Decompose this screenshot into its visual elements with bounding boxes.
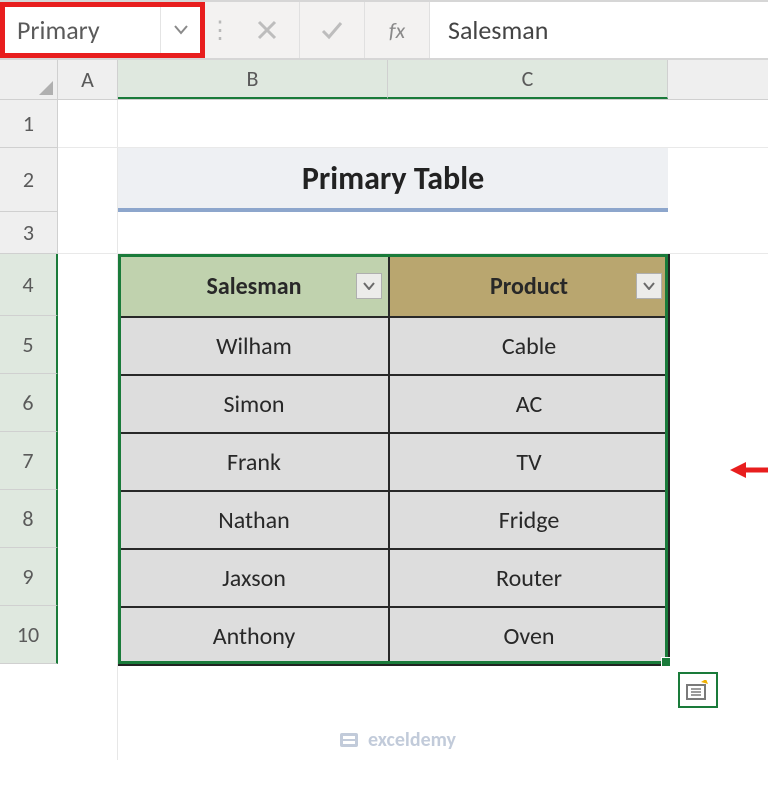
cell-product[interactable]: AC bbox=[389, 375, 669, 433]
name-box-dropdown[interactable] bbox=[160, 7, 200, 53]
cell-salesman[interactable]: Nathan bbox=[119, 491, 389, 549]
header-product-label: Product bbox=[490, 272, 568, 301]
cancel-button[interactable] bbox=[235, 2, 300, 58]
arrow-annotation bbox=[728, 458, 768, 482]
cell-product[interactable]: TV bbox=[389, 433, 669, 491]
cell-salesman[interactable]: Jaxson bbox=[119, 549, 389, 607]
table-row[interactable]: Nathan Fridge bbox=[119, 491, 669, 549]
logo-icon bbox=[338, 729, 360, 751]
enter-button[interactable] bbox=[300, 2, 365, 58]
header-salesman[interactable]: Salesman bbox=[119, 255, 389, 317]
name-box[interactable]: Primary bbox=[5, 7, 160, 53]
filter-button-product[interactable] bbox=[636, 273, 662, 299]
table-row[interactable]: Frank TV bbox=[119, 433, 669, 491]
row-header-6[interactable]: 6 bbox=[0, 374, 58, 432]
cell-salesman[interactable]: Simon bbox=[119, 375, 389, 433]
cell-product[interactable]: Oven bbox=[389, 607, 669, 665]
close-icon bbox=[255, 18, 279, 42]
filter-button-salesman[interactable] bbox=[356, 273, 382, 299]
watermark: exceldemy bbox=[338, 728, 456, 752]
table-row[interactable]: Simon AC bbox=[119, 375, 669, 433]
data-table: Salesman Product Wilham bbox=[118, 254, 670, 666]
row-headers: 1 2 3 4 5 6 7 8 9 10 bbox=[0, 100, 58, 664]
table-row[interactable]: Wilham Cable bbox=[119, 317, 669, 375]
table-row[interactable]: Anthony Oven bbox=[119, 607, 669, 665]
quick-analysis-button[interactable] bbox=[678, 672, 718, 708]
column-header-A[interactable]: A bbox=[58, 60, 118, 99]
header-product[interactable]: Product bbox=[389, 255, 669, 317]
table-header-row: Salesman Product bbox=[119, 255, 669, 317]
fx-label: fx bbox=[389, 17, 405, 44]
row-header-3[interactable]: 3 bbox=[0, 212, 58, 254]
row-header-5[interactable]: 5 bbox=[0, 316, 58, 374]
table-row[interactable]: Jaxson Router bbox=[119, 549, 669, 607]
quick-analysis-icon bbox=[686, 680, 710, 700]
grid-line bbox=[58, 100, 118, 760]
row-header-2[interactable]: 2 bbox=[0, 148, 58, 212]
watermark-text: exceldemy bbox=[368, 728, 456, 752]
chevron-down-icon bbox=[363, 282, 375, 290]
name-box-highlight: Primary bbox=[0, 2, 205, 58]
header-salesman-label: Salesman bbox=[207, 272, 302, 301]
formula-input[interactable]: Salesman bbox=[430, 2, 768, 58]
row-header-10[interactable]: 10 bbox=[0, 606, 58, 664]
row-header-1[interactable]: 1 bbox=[0, 100, 58, 148]
chevron-down-icon bbox=[174, 25, 188, 35]
column-header-B[interactable]: B bbox=[118, 60, 388, 99]
select-all-corner[interactable] bbox=[0, 60, 58, 99]
cell-salesman[interactable]: Wilham bbox=[119, 317, 389, 375]
column-headers: A B C bbox=[0, 60, 768, 100]
chevron-down-icon bbox=[643, 282, 655, 290]
row-header-9[interactable]: 9 bbox=[0, 548, 58, 606]
insert-function-button[interactable]: fx bbox=[365, 2, 430, 58]
cell-salesman[interactable]: Frank bbox=[119, 433, 389, 491]
cell-salesman[interactable]: Anthony bbox=[119, 607, 389, 665]
formula-bar-separator: ⋮ bbox=[205, 2, 235, 58]
cell-product[interactable]: Router bbox=[389, 549, 669, 607]
formula-bar: Primary ⋮ fx Salesman bbox=[0, 0, 768, 60]
check-icon bbox=[320, 18, 344, 42]
row-header-7[interactable]: 7 bbox=[0, 432, 58, 490]
cell-product[interactable]: Cable bbox=[389, 317, 669, 375]
cell-product[interactable]: Fridge bbox=[389, 491, 669, 549]
cells-area[interactable]: Primary Table Salesman Product bbox=[58, 100, 768, 664]
worksheet-grid: 1 2 3 4 5 6 7 8 9 10 Primary Table Sales… bbox=[0, 100, 768, 664]
column-header-C[interactable]: C bbox=[388, 60, 668, 99]
row-header-8[interactable]: 8 bbox=[0, 490, 58, 548]
row-header-4[interactable]: 4 bbox=[0, 254, 58, 316]
table-title: Primary Table bbox=[118, 148, 668, 212]
